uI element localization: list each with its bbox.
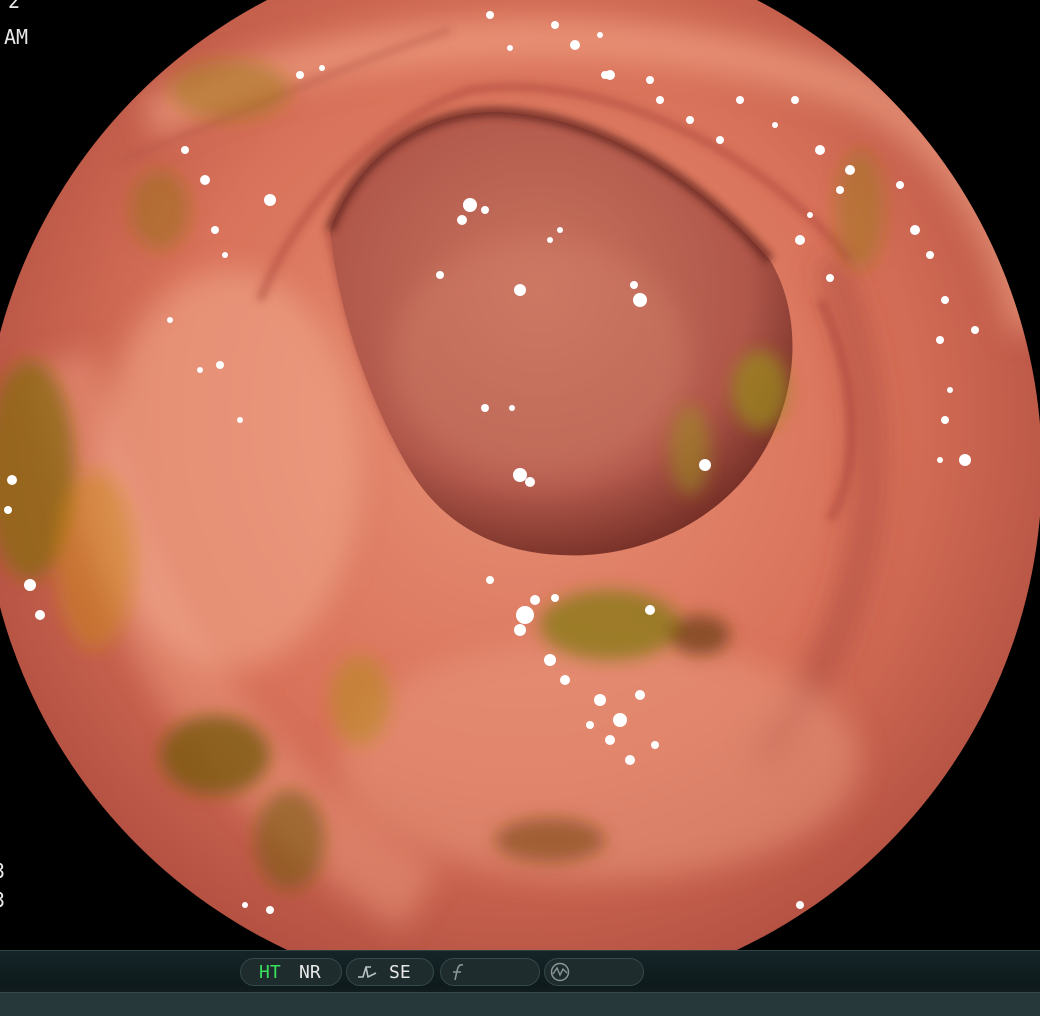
side-code-1: 3 [0, 860, 5, 882]
se-label: SE [389, 962, 411, 983]
endoscope-view: 2 AM 3 3 [0, 0, 1040, 950]
processor-status-bar: HT NR SE [0, 950, 1040, 1016]
waveform-icon [550, 962, 570, 982]
date-fragment: 2 [8, 0, 21, 13]
nr-label: NR [299, 962, 321, 983]
function-indicator [440, 958, 540, 986]
overlay-text-region: 2 AM 3 3 [0, 0, 30, 950]
endoscopic-image [0, 0, 1040, 950]
status-bar-lower-strip [0, 992, 1040, 1016]
time-fragment: AM [4, 25, 29, 49]
ht-label: HT [259, 962, 281, 983]
waveform-indicator [544, 958, 644, 986]
function-icon [453, 964, 464, 981]
ht-nr-indicator: HT NR [240, 958, 342, 986]
side-code-2: 3 [0, 889, 5, 911]
curve-icon [358, 966, 377, 979]
se-indicator: SE [346, 958, 434, 986]
